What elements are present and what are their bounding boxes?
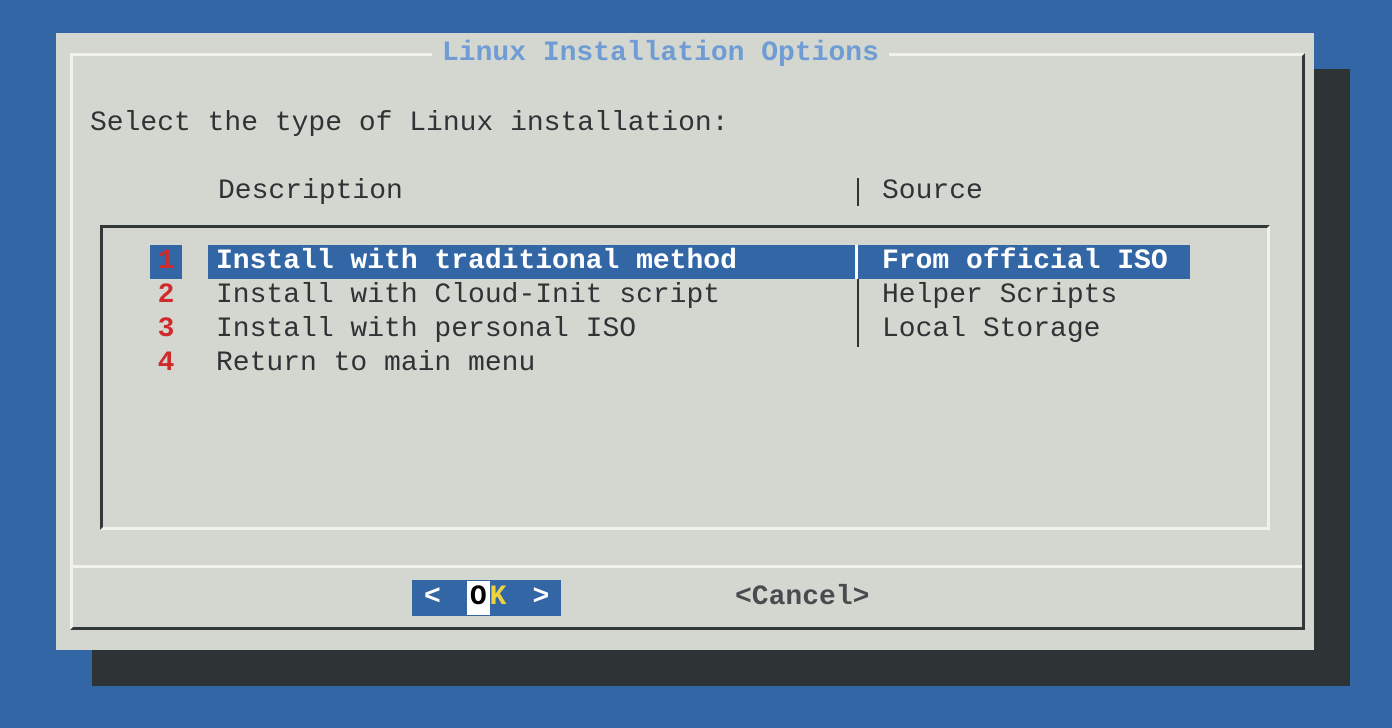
menu-item-source: Helper Scripts: [882, 279, 1117, 313]
menu-item-source: From official ISO: [882, 245, 1168, 279]
menu-item-description: Install with traditional method: [216, 245, 737, 279]
ok-hotkey-char: K: [490, 581, 507, 615]
terminal-screen: Linux Installation Options Select the ty…: [0, 0, 1392, 728]
menu-item-tag: 3: [150, 313, 182, 347]
button-separator-line: [73, 565, 1302, 568]
prompt-text: Select the type of Linux installation:: [90, 107, 729, 141]
menu-item-description: Return to main menu: [216, 347, 535, 381]
ok-bracket-left: <: [424, 581, 441, 615]
ok-bracket-right: >: [532, 581, 549, 615]
column-header-description: Description: [218, 175, 403, 209]
cancel-button[interactable]: <Cancel>: [735, 580, 869, 616]
menu-item-tag: 4: [150, 347, 182, 381]
menu-item-description: Install with Cloud-Init script: [216, 279, 720, 313]
menu-item-traditional[interactable]: 1 Install with traditional method From o…: [56, 245, 1314, 279]
ok-cursor-char: O: [467, 581, 490, 615]
menu-item-personal-iso[interactable]: 3 Install with personal ISO Local Storag…: [56, 313, 1314, 347]
column-header-source: Source: [882, 175, 983, 209]
menu-item-description: Install with personal ISO: [216, 313, 636, 347]
menu-item-cloud-init[interactable]: 2 Install with Cloud-Init script Helper …: [56, 279, 1314, 313]
column-separator-header: [857, 178, 859, 206]
dialog-title: Linux Installation Options: [432, 36, 889, 72]
column-separator-selected: [855, 245, 858, 279]
menu-item-return-main-menu[interactable]: 4 Return to main menu: [56, 347, 1314, 381]
menu-item-tag: 1: [150, 245, 182, 279]
ok-button[interactable]: < O K >: [412, 580, 561, 616]
menu-item-tag: 2: [150, 279, 182, 313]
dialog-window: Linux Installation Options Select the ty…: [56, 33, 1314, 650]
menu-item-source: Local Storage: [882, 313, 1100, 347]
